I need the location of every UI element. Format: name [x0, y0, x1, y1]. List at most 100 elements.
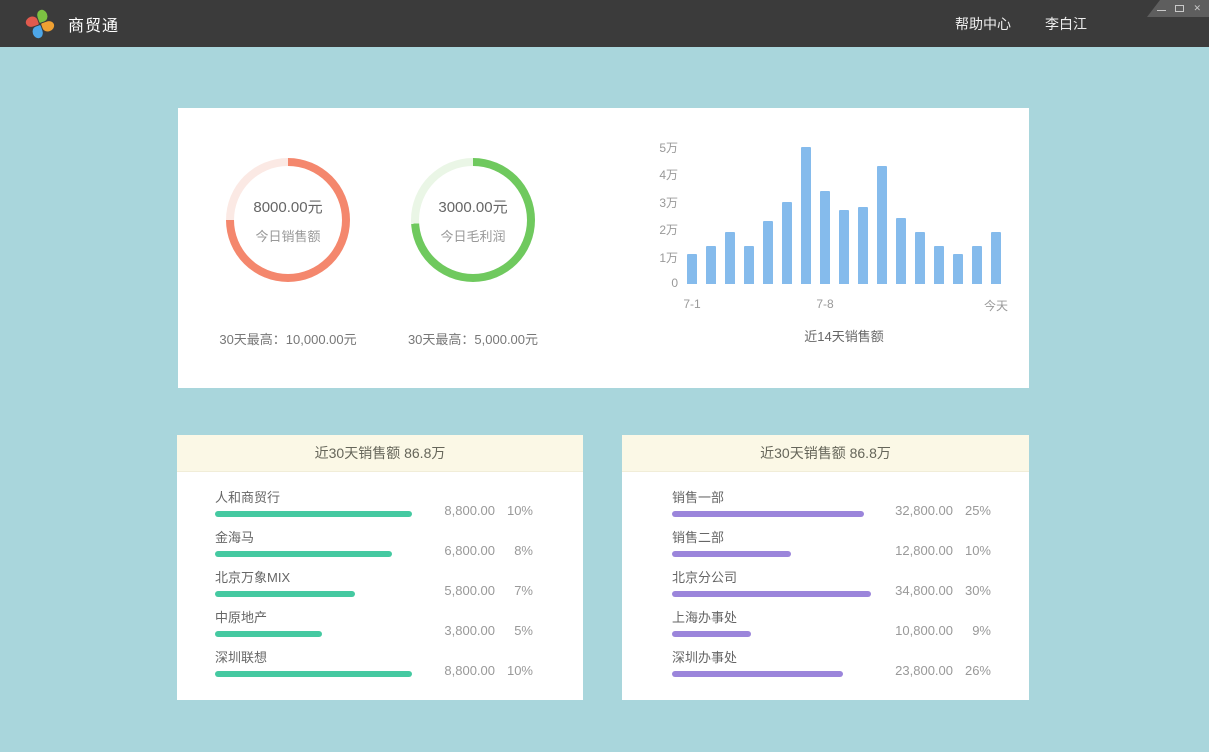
- list-item-amount: 6,800.00: [419, 543, 495, 558]
- today-profit-caption: 今日毛利润: [440, 226, 505, 245]
- chart-bar: [858, 207, 868, 284]
- list-item: 中原地产3,800.005%: [215, 610, 533, 650]
- department-sales-rank-card: 近30天销售额 86.8万 销售一部32,800.0025%销售二部12,800…: [622, 435, 1029, 700]
- chart-bar: [915, 232, 925, 284]
- list-item-value: 23,800.0026%: [877, 663, 991, 678]
- chart-x-axis: 7-1 7-8 今天: [648, 284, 1008, 314]
- chart-bar: [877, 166, 887, 284]
- today-sales-caption: 今日销售额: [255, 226, 320, 245]
- sales-14d-bar-chart: 5万4万3万2万1万0 7-17-8今天 近14天销售额: [648, 144, 1008, 314]
- chart-bar: [725, 232, 735, 284]
- list-item-amount: 5,800.00: [419, 583, 495, 598]
- list-item-percent: 30%: [953, 583, 991, 598]
- list-item-bar: [215, 511, 412, 517]
- customer-sales-rank-card: 近30天销售额 86.8万 人和商贸行8,800.0010%金海马6,800.0…: [177, 435, 583, 700]
- profit-30d-max-note: 30天最高：5,000.00元: [385, 329, 561, 348]
- card-header-title: 近30天销售额 86.8万: [622, 435, 1029, 472]
- maximize-icon[interactable]: [1175, 5, 1184, 12]
- close-icon[interactable]: ✕: [1193, 4, 1201, 13]
- today-profit-value: 3000.00元: [438, 196, 507, 217]
- card-header-title: 近30天销售额 86.8万: [177, 435, 583, 472]
- list-item-value: 8,800.0010%: [419, 503, 533, 518]
- y-tick-label: 3万: [648, 194, 678, 211]
- chart-title: 近14天销售额: [804, 326, 883, 345]
- list-item-value: 5,800.007%: [419, 583, 533, 598]
- list-item-bar: [215, 671, 412, 677]
- chart-bar: [839, 210, 849, 284]
- chart-bar: [820, 191, 830, 285]
- chart-bar: [896, 218, 906, 284]
- minimize-icon[interactable]: [1157, 10, 1166, 11]
- chart-bar: [934, 246, 944, 285]
- list-item-value: 12,800.0010%: [877, 543, 991, 558]
- list-item: 北京分公司34,800.0030%: [672, 570, 991, 610]
- today-summary-card: 8000.00元 今日销售额 30天最高：10,000.00元 3000.00元…: [178, 108, 1029, 388]
- chart-y-axis: 5万4万3万2万1万0: [648, 144, 678, 284]
- list-item: 北京万象MIX5,800.007%: [215, 570, 533, 610]
- chart-bars: [687, 147, 1001, 285]
- today-sales-donut: 8000.00元 今日销售额: [226, 158, 350, 282]
- list-item-value: 6,800.008%: [419, 543, 533, 558]
- app-title: 商贸通: [68, 12, 119, 36]
- list-item-bar: [672, 591, 871, 597]
- y-tick-label: 4万: [648, 166, 678, 183]
- chart-bar: [953, 254, 963, 284]
- list-item-percent: 25%: [953, 503, 991, 518]
- today-profit-donut: 3000.00元 今日毛利润: [411, 158, 535, 282]
- chart-bar: [782, 202, 792, 285]
- today-sales-gauge-block: 8000.00元 今日销售额 30天最高：10,000.00元: [200, 158, 376, 348]
- x-tick-label: 7-1: [683, 297, 700, 311]
- list-item-percent: 10%: [495, 663, 533, 678]
- y-tick-label: 1万: [648, 249, 678, 266]
- chart-bar: [972, 246, 982, 285]
- chart-plot-area: 5万4万3万2万1万0: [648, 144, 1008, 284]
- chart-bar: [706, 246, 716, 285]
- titlebar: 商贸通 帮助中心 李白江 ✕: [0, 0, 1209, 47]
- list-item-value: 10,800.009%: [877, 623, 991, 638]
- chart-bar: [801, 147, 811, 285]
- chart-bar: [763, 221, 773, 284]
- list-item-bar: [215, 631, 322, 637]
- list-item-bar: [672, 671, 843, 677]
- list-item-amount: 10,800.00: [877, 623, 953, 638]
- current-user-link[interactable]: 李白江: [1045, 14, 1087, 34]
- list-item-amount: 8,800.00: [419, 503, 495, 518]
- list-item-amount: 3,800.00: [419, 623, 495, 638]
- department-sales-list: 销售一部32,800.0025%销售二部12,800.0010%北京分公司34,…: [622, 472, 1029, 690]
- list-item-amount: 12,800.00: [877, 543, 953, 558]
- customer-sales-list: 人和商贸行8,800.0010%金海马6,800.008%北京万象MIX5,80…: [177, 472, 583, 690]
- today-sales-value: 8000.00元: [253, 196, 322, 217]
- list-item-percent: 9%: [953, 623, 991, 638]
- list-item-percent: 26%: [953, 663, 991, 678]
- list-item-bar: [672, 631, 751, 637]
- y-tick-label: 2万: [648, 221, 678, 238]
- list-item-percent: 7%: [495, 583, 533, 598]
- list-item-amount: 8,800.00: [419, 663, 495, 678]
- list-item-value: 3,800.005%: [419, 623, 533, 638]
- list-item: 销售二部12,800.0010%: [672, 530, 991, 570]
- list-item: 销售一部32,800.0025%: [672, 490, 991, 530]
- list-item: 上海办事处10,800.009%: [672, 610, 991, 650]
- y-tick-label: 5万: [648, 139, 678, 156]
- chart-bar: [991, 232, 1001, 284]
- list-item: 金海马6,800.008%: [215, 530, 533, 570]
- app-logo-icon: [23, 7, 56, 40]
- help-center-link[interactable]: 帮助中心: [955, 14, 1011, 34]
- chart-bar: [687, 254, 697, 284]
- list-item: 深圳联想8,800.0010%: [215, 650, 533, 690]
- list-item-percent: 5%: [495, 623, 533, 638]
- list-item-value: 32,800.0025%: [877, 503, 991, 518]
- list-item-amount: 32,800.00: [877, 503, 953, 518]
- sales-30d-max-note: 30天最高：10,000.00元: [200, 329, 376, 348]
- x-tick-label: 7-8: [816, 297, 833, 311]
- list-item-percent: 10%: [953, 543, 991, 558]
- today-profit-gauge-block: 3000.00元 今日毛利润 30天最高：5,000.00元: [385, 158, 561, 348]
- donut-center: 8000.00元 今日销售额: [226, 158, 350, 282]
- list-item-value: 8,800.0010%: [419, 663, 533, 678]
- list-item-value: 34,800.0030%: [877, 583, 991, 598]
- list-item-bar: [215, 591, 355, 597]
- list-item-bar: [215, 551, 392, 557]
- list-item: 人和商贸行8,800.0010%: [215, 490, 533, 530]
- list-item-bar: [672, 511, 864, 517]
- x-tick-label: 今天: [984, 297, 1008, 314]
